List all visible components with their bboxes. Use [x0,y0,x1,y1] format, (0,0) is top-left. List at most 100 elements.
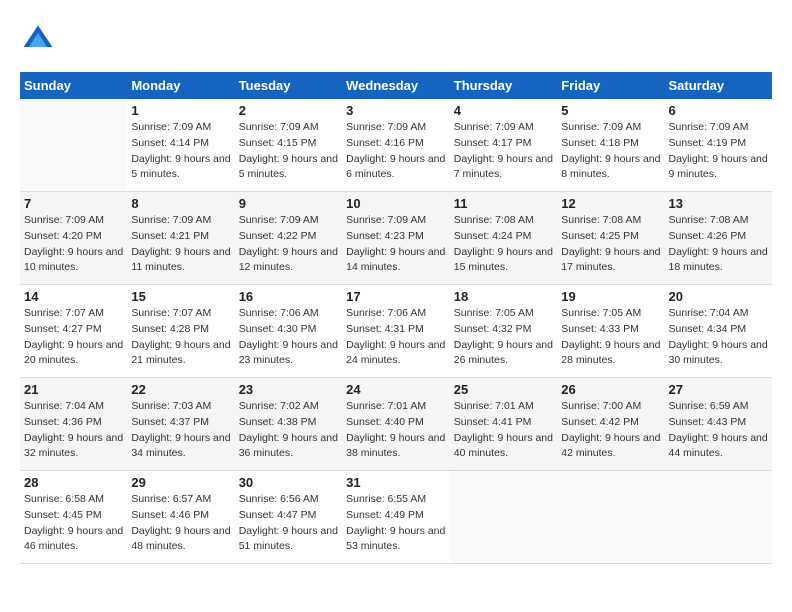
daylight: Daylight: 9 hours and 15 minutes. [454,245,553,277]
day-info: Sunrise: 7:05 AM Sunset: 4:32 PM Dayligh… [454,306,553,369]
sunset: Sunset: 4:21 PM [131,229,230,245]
sunset: Sunset: 4:42 PM [561,415,660,431]
daylight: Daylight: 9 hours and 38 minutes. [346,431,446,463]
daylight: Daylight: 9 hours and 40 minutes. [454,431,553,463]
sunset: Sunset: 4:34 PM [669,322,769,338]
day-info: Sunrise: 7:07 AM Sunset: 4:28 PM Dayligh… [131,306,230,369]
logo-icon [20,20,56,56]
sunrise: Sunrise: 7:06 AM [346,306,446,322]
header-tuesday: Tuesday [235,72,342,99]
calendar-cell: 20 Sunrise: 7:04 AM Sunset: 4:34 PM Dayl… [665,285,773,378]
day-number: 17 [346,289,446,304]
calendar-week-3: 14 Sunrise: 7:07 AM Sunset: 4:27 PM Dayl… [20,285,772,378]
daylight: Daylight: 9 hours and 46 minutes. [24,524,123,556]
daylight: Daylight: 9 hours and 36 minutes. [239,431,338,463]
sunrise: Sunrise: 7:09 AM [131,120,230,136]
day-number: 22 [131,382,230,397]
sunrise: Sunrise: 7:09 AM [669,120,769,136]
calendar-cell: 23 Sunrise: 7:02 AM Sunset: 4:38 PM Dayl… [235,378,342,471]
sunset: Sunset: 4:47 PM [239,508,338,524]
day-info: Sunrise: 6:59 AM Sunset: 4:43 PM Dayligh… [669,399,769,462]
day-info: Sunrise: 7:09 AM Sunset: 4:18 PM Dayligh… [561,120,660,183]
sunrise: Sunrise: 7:09 AM [239,213,338,229]
day-number: 27 [669,382,769,397]
calendar-cell: 21 Sunrise: 7:04 AM Sunset: 4:36 PM Dayl… [20,378,127,471]
sunset: Sunset: 4:32 PM [454,322,553,338]
sunset: Sunset: 4:25 PM [561,229,660,245]
calendar-cell: 19 Sunrise: 7:05 AM Sunset: 4:33 PM Dayl… [557,285,664,378]
sunset: Sunset: 4:22 PM [239,229,338,245]
sunrise: Sunrise: 7:01 AM [346,399,446,415]
sunset: Sunset: 4:33 PM [561,322,660,338]
header-sunday: Sunday [20,72,127,99]
daylight: Daylight: 9 hours and 26 minutes. [454,338,553,370]
day-number: 15 [131,289,230,304]
day-info: Sunrise: 7:09 AM Sunset: 4:15 PM Dayligh… [239,120,338,183]
daylight: Daylight: 9 hours and 12 minutes. [239,245,338,277]
day-info: Sunrise: 6:55 AM Sunset: 4:49 PM Dayligh… [346,492,446,555]
daylight: Daylight: 9 hours and 21 minutes. [131,338,230,370]
sunrise: Sunrise: 6:58 AM [24,492,123,508]
day-number: 16 [239,289,338,304]
calendar-cell [450,471,557,564]
day-info: Sunrise: 7:01 AM Sunset: 4:41 PM Dayligh… [454,399,553,462]
day-info: Sunrise: 7:09 AM Sunset: 4:17 PM Dayligh… [454,120,553,183]
day-info: Sunrise: 7:09 AM Sunset: 4:20 PM Dayligh… [24,213,123,276]
sunrise: Sunrise: 7:06 AM [239,306,338,322]
day-number: 29 [131,475,230,490]
header-wednesday: Wednesday [342,72,450,99]
day-info: Sunrise: 7:09 AM Sunset: 4:22 PM Dayligh… [239,213,338,276]
daylight: Daylight: 9 hours and 48 minutes. [131,524,230,556]
daylight: Daylight: 9 hours and 32 minutes. [24,431,123,463]
day-number: 30 [239,475,338,490]
sunrise: Sunrise: 7:09 AM [131,213,230,229]
calendar-cell: 17 Sunrise: 7:06 AM Sunset: 4:31 PM Dayl… [342,285,450,378]
calendar-week-4: 21 Sunrise: 7:04 AM Sunset: 4:36 PM Dayl… [20,378,772,471]
sunrise: Sunrise: 7:04 AM [24,399,123,415]
daylight: Daylight: 9 hours and 14 minutes. [346,245,446,277]
day-info: Sunrise: 7:03 AM Sunset: 4:37 PM Dayligh… [131,399,230,462]
sunrise: Sunrise: 7:09 AM [561,120,660,136]
daylight: Daylight: 9 hours and 6 minutes. [346,152,446,184]
sunset: Sunset: 4:36 PM [24,415,123,431]
daylight: Daylight: 9 hours and 51 minutes. [239,524,338,556]
sunrise: Sunrise: 7:08 AM [669,213,769,229]
sunset: Sunset: 4:16 PM [346,136,446,152]
day-number: 31 [346,475,446,490]
calendar-cell: 14 Sunrise: 7:07 AM Sunset: 4:27 PM Dayl… [20,285,127,378]
calendar-cell: 1 Sunrise: 7:09 AM Sunset: 4:14 PM Dayli… [127,99,234,192]
sunset: Sunset: 4:15 PM [239,136,338,152]
daylight: Daylight: 9 hours and 23 minutes. [239,338,338,370]
sunset: Sunset: 4:14 PM [131,136,230,152]
sunset: Sunset: 4:20 PM [24,229,123,245]
daylight: Daylight: 9 hours and 5 minutes. [239,152,338,184]
calendar-table: SundayMondayTuesdayWednesdayThursdayFrid… [20,72,772,564]
daylight: Daylight: 9 hours and 24 minutes. [346,338,446,370]
day-info: Sunrise: 7:00 AM Sunset: 4:42 PM Dayligh… [561,399,660,462]
sunset: Sunset: 4:27 PM [24,322,123,338]
header-saturday: Saturday [665,72,773,99]
calendar-cell: 12 Sunrise: 7:08 AM Sunset: 4:25 PM Dayl… [557,192,664,285]
daylight: Daylight: 9 hours and 9 minutes. [669,152,769,184]
page-header [20,20,772,56]
sunset: Sunset: 4:31 PM [346,322,446,338]
day-info: Sunrise: 7:08 AM Sunset: 4:25 PM Dayligh… [561,213,660,276]
logo [20,20,60,56]
sunrise: Sunrise: 7:00 AM [561,399,660,415]
day-info: Sunrise: 7:06 AM Sunset: 4:31 PM Dayligh… [346,306,446,369]
day-info: Sunrise: 7:04 AM Sunset: 4:36 PM Dayligh… [24,399,123,462]
calendar-cell: 5 Sunrise: 7:09 AM Sunset: 4:18 PM Dayli… [557,99,664,192]
calendar-cell: 29 Sunrise: 6:57 AM Sunset: 4:46 PM Dayl… [127,471,234,564]
day-number: 18 [454,289,553,304]
day-info: Sunrise: 7:04 AM Sunset: 4:34 PM Dayligh… [669,306,769,369]
day-number: 13 [669,196,769,211]
day-number: 2 [239,103,338,118]
day-info: Sunrise: 6:56 AM Sunset: 4:47 PM Dayligh… [239,492,338,555]
sunset: Sunset: 4:45 PM [24,508,123,524]
daylight: Daylight: 9 hours and 53 minutes. [346,524,446,556]
sunrise: Sunrise: 7:08 AM [454,213,553,229]
sunrise: Sunrise: 6:56 AM [239,492,338,508]
daylight: Daylight: 9 hours and 42 minutes. [561,431,660,463]
day-info: Sunrise: 7:07 AM Sunset: 4:27 PM Dayligh… [24,306,123,369]
day-info: Sunrise: 7:09 AM Sunset: 4:23 PM Dayligh… [346,213,446,276]
